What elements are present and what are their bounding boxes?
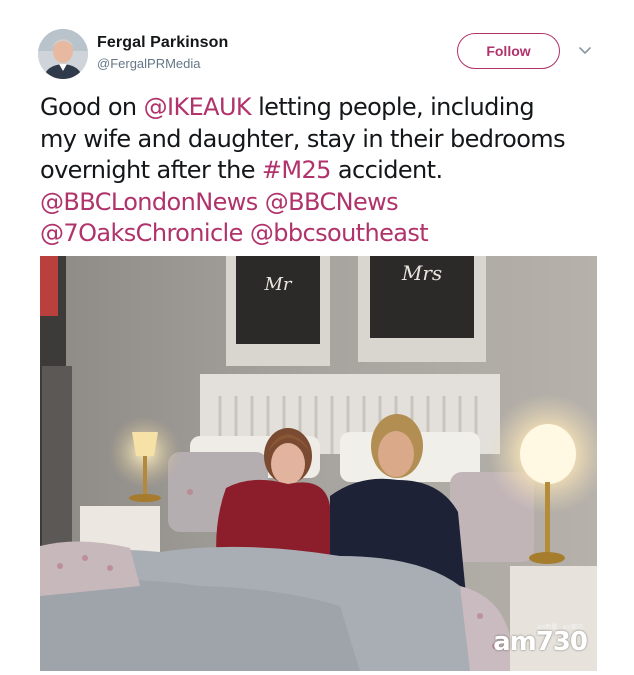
sign-mrs: Mrs xyxy=(401,261,442,285)
tweet-photo[interactable]: Mr Mrs am新聞 · am紫印 am730 xyxy=(40,256,597,671)
user-handle[interactable]: @FergalPRMedia xyxy=(97,56,201,71)
tweet-line: @BBCLondonNews @BBCNews xyxy=(40,187,610,219)
mention-link[interactable]: @BBCLondonNews xyxy=(40,188,258,216)
tweet-line: my wife and daughter, stay in their bedr… xyxy=(40,124,610,156)
mention-link[interactable]: @7OaksChronicle xyxy=(40,219,243,247)
display-name[interactable]: Fergal Parkinson xyxy=(97,34,228,52)
tweet-line: overnight after the #M25 accident. xyxy=(40,155,610,187)
bedroom-photo-illustration: Mr Mrs xyxy=(40,256,597,671)
mention-link[interactable]: @BBCNews xyxy=(265,188,399,216)
watermark-text: am730 xyxy=(493,627,588,657)
tweet-text-segment: overnight after the xyxy=(40,156,262,184)
sign-mr: Mr xyxy=(263,274,292,295)
tweet-text-segment: my wife and daughter, stay in their bedr… xyxy=(40,124,566,153)
mention-link[interactable]: @IKEAUK xyxy=(144,93,252,121)
tweet-text-segment: letting people, including xyxy=(251,93,535,121)
tweet-text-segment: Good on xyxy=(40,93,144,121)
tweet-card: Fergal Parkinson @FergalPRMedia Follow G… xyxy=(0,0,634,675)
user-avatar-icon xyxy=(38,29,88,79)
follow-button[interactable]: Follow xyxy=(457,33,560,69)
tweet-text: Good on @IKEAUK letting people, includin… xyxy=(40,92,610,250)
mention-link[interactable]: @bbcsoutheast xyxy=(250,219,429,247)
chevron-down-icon[interactable] xyxy=(577,44,593,56)
tweet-line: @7OaksChronicle @bbcsoutheast xyxy=(40,218,610,250)
hashtag-link[interactable]: #M25 xyxy=(262,156,332,184)
watermark-logo: am730 xyxy=(493,627,588,657)
avatar[interactable] xyxy=(38,29,88,79)
tweet-text-segment: accident. xyxy=(330,156,443,184)
tweet-line: Good on @IKEAUK letting people, includin… xyxy=(40,92,610,124)
